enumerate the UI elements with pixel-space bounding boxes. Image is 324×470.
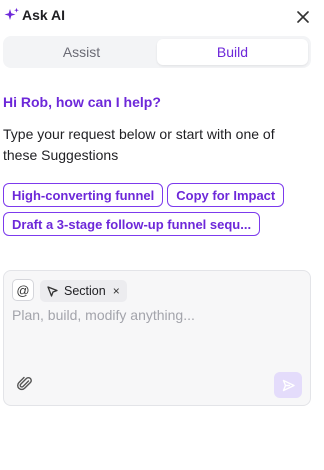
close-icon (297, 11, 309, 23)
intro-text: Type your request below or start with on… (3, 126, 275, 163)
suggestion-copy-for-impact[interactable]: Copy for Impact (167, 183, 285, 207)
mode-tabs: Assist Build (3, 36, 311, 68)
context-chip-label: Section (64, 284, 106, 298)
tab-build[interactable]: Build (157, 39, 308, 65)
tab-assist[interactable]: Assist (6, 39, 157, 65)
suggestion-chips: High-converting funnel Copy for Impact D… (3, 183, 308, 236)
prompt-composer: @ Section × (3, 270, 311, 406)
suggestion-high-converting-funnel[interactable]: High-converting funnel (3, 183, 164, 207)
mention-button[interactable]: @ (12, 279, 34, 301)
suggestion-draft-follow-up-sequence[interactable]: Draft a 3-stage follow-up funnel sequ... (3, 212, 261, 236)
context-chip-section: Section × (40, 280, 127, 302)
panel-header: Ask AI (0, 0, 324, 32)
prompt-input[interactable] (12, 305, 302, 325)
greeting-text: Hi Rob, how can I help? (3, 94, 161, 110)
close-button[interactable] (294, 8, 312, 26)
ask-ai-panel: Ask AI Assist Build Hi Rob, how can I he… (0, 0, 324, 470)
send-icon (282, 379, 295, 391)
attach-button[interactable] (16, 375, 34, 393)
paperclip-icon (17, 376, 32, 391)
send-button[interactable] (274, 372, 302, 398)
cursor-icon (47, 285, 58, 297)
context-chip-remove-button[interactable]: × (113, 285, 120, 297)
panel-title: Ask AI (22, 7, 66, 23)
sparkle-icon (4, 7, 20, 23)
